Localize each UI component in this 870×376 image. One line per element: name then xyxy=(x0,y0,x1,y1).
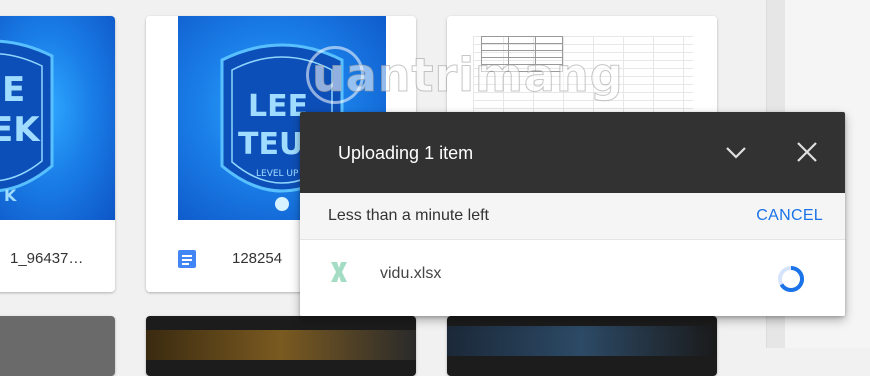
upload-file-row[interactable]: vidu.xlsx xyxy=(300,240,845,316)
excel-icon xyxy=(331,262,347,282)
time-remaining: Less than a minute left xyxy=(328,207,489,224)
upload-status-row: Less than a minute left CANCEL xyxy=(300,193,845,240)
cancel-button[interactable]: CANCEL xyxy=(756,207,823,225)
file-thumbnail: E EK K xyxy=(0,16,115,220)
close-button[interactable] xyxy=(791,136,823,168)
file-card[interactable] xyxy=(146,316,416,376)
file-name: 128254 xyxy=(232,250,283,267)
progress-spinner-icon xyxy=(778,265,804,292)
docs-icon xyxy=(178,250,196,268)
upload-file-name: vidu.xlsx xyxy=(380,265,442,282)
file-name: 1_96437… xyxy=(10,250,84,267)
badge-image: E EK K xyxy=(0,39,54,205)
upload-title: Uploading 1 item xyxy=(338,143,474,163)
svg-text:EK: EK xyxy=(0,110,41,150)
close-icon xyxy=(797,142,817,162)
svg-text:E: E xyxy=(2,70,25,110)
file-card[interactable] xyxy=(447,316,717,376)
chevron-down-icon xyxy=(726,147,746,159)
file-card[interactable]: E EK K 1_96437… xyxy=(0,16,115,292)
svg-text:K: K xyxy=(4,186,17,205)
file-card[interactable] xyxy=(0,316,115,376)
watermark: uantrimang xyxy=(312,48,624,103)
upload-panel-header: Uploading 1 item xyxy=(300,112,845,193)
minimize-button[interactable] xyxy=(720,136,752,168)
upload-panel: Uploading 1 item Less than a minute left… xyxy=(300,112,845,316)
svg-text:LEVEL UP: LEVEL UP xyxy=(256,169,299,179)
file-card-footer: 1_96437… xyxy=(0,220,115,292)
